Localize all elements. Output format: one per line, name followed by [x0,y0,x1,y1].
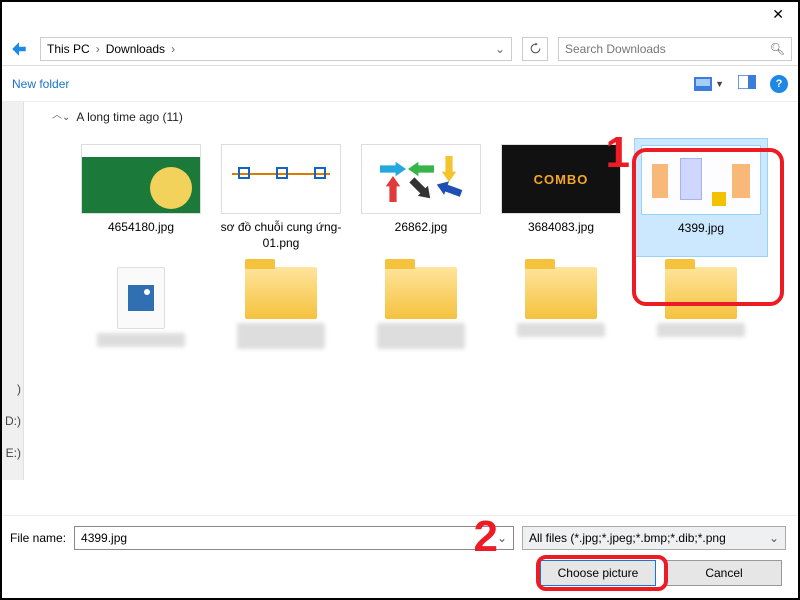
search-placeholder: Search Downloads [565,42,666,56]
file-item[interactable]: sơ đồ chuỗi cung ứng-01.png [214,138,348,257]
chevron-down-icon: ⌄ [62,112,70,123]
file-item[interactable] [74,263,208,353]
search-input[interactable]: Search Downloads 🔍︎ [558,37,792,61]
bc-this-pc[interactable]: This PC [47,42,90,56]
chevron-down-icon[interactable]: ⌄ [497,531,507,545]
image-file-icon [117,267,165,329]
file-name-blurred [377,323,465,349]
file-item[interactable]: 26862.jpg [354,138,488,257]
new-folder-button[interactable]: New folder [12,77,69,91]
preview-pane-button[interactable] [738,75,756,92]
thumbnail [641,145,761,215]
file-name-blurred [657,323,745,337]
sidebar-item[interactable]: ) [17,382,21,396]
annotation-number-1: 1 [606,128,630,178]
sidebar-item-d[interactable]: D:) [5,414,21,428]
folder-item[interactable] [634,263,768,353]
file-item-selected[interactable]: 4399.jpg [634,138,768,257]
thumbnail [81,144,201,214]
nav-back-icon[interactable] [8,38,30,60]
file-name: sơ đồ chuỗi cung ứng-01.png [218,220,344,251]
search-icon: 🔍︎ [770,42,785,56]
sidebar-item-e[interactable]: E:) [6,446,21,460]
file-name-blurred [517,323,605,337]
filter-text: All files (*.jpg;*.jpeg;*.bmp;*.dib;*.pn… [529,531,726,545]
filetype-filter[interactable]: All files (*.jpg;*.jpeg;*.bmp;*.dib;*.pn… [522,526,786,550]
file-name-blurred [97,333,185,347]
folder-item[interactable] [494,263,628,353]
filename-value: 4399.jpg [81,531,127,545]
file-name: 4399.jpg [678,221,724,237]
folder-icon [385,267,457,319]
refresh-button[interactable] [522,37,548,61]
annotation-number-2: 2 [474,512,498,562]
folder-icon [665,267,737,319]
thumbnail [221,144,341,214]
close-icon[interactable]: ✕ [772,6,784,23]
chevron-down-icon[interactable]: ⌄ [495,42,505,56]
cancel-button[interactable]: Cancel [666,560,782,586]
file-name: 4654180.jpg [108,220,174,236]
folder-icon [245,267,317,319]
group-label: A long time ago (11) [76,110,183,124]
chevron-right-icon: › [171,42,175,56]
file-item[interactable]: 4654180.jpg [74,138,208,257]
scroll-up-icon[interactable]: ︿ [52,106,62,121]
folder-icon [525,267,597,319]
view-mode-button[interactable]: ▼ [694,77,724,91]
file-name: 26862.jpg [395,220,448,236]
nav-tree[interactable]: ) D:) E:) [2,102,24,480]
group-header[interactable]: ⌄ A long time ago (11) [62,110,788,124]
choose-picture-button[interactable]: Choose picture [540,560,656,586]
file-list[interactable]: ︿ ⌄ A long time ago (11) 4654180.jpg sơ … [24,102,798,480]
filename-input[interactable]: 4399.jpg ⌄ [74,526,514,550]
chevron-right-icon: › [96,42,100,56]
file-name-blurred [237,323,325,349]
help-icon[interactable]: ? [770,75,788,93]
bc-downloads[interactable]: Downloads [106,42,165,56]
caret-down-icon: ▼ [715,79,724,89]
file-name: 3684083.jpg [528,220,594,236]
thumbnail: COMBO [501,144,621,214]
folder-item[interactable] [354,263,488,353]
chevron-down-icon[interactable]: ⌄ [769,531,779,545]
filename-label: File name: [10,531,66,545]
folder-item[interactable] [214,263,348,353]
breadcrumb[interactable]: This PC › Downloads › ⌄ [40,37,512,61]
thumbnail [361,144,481,214]
